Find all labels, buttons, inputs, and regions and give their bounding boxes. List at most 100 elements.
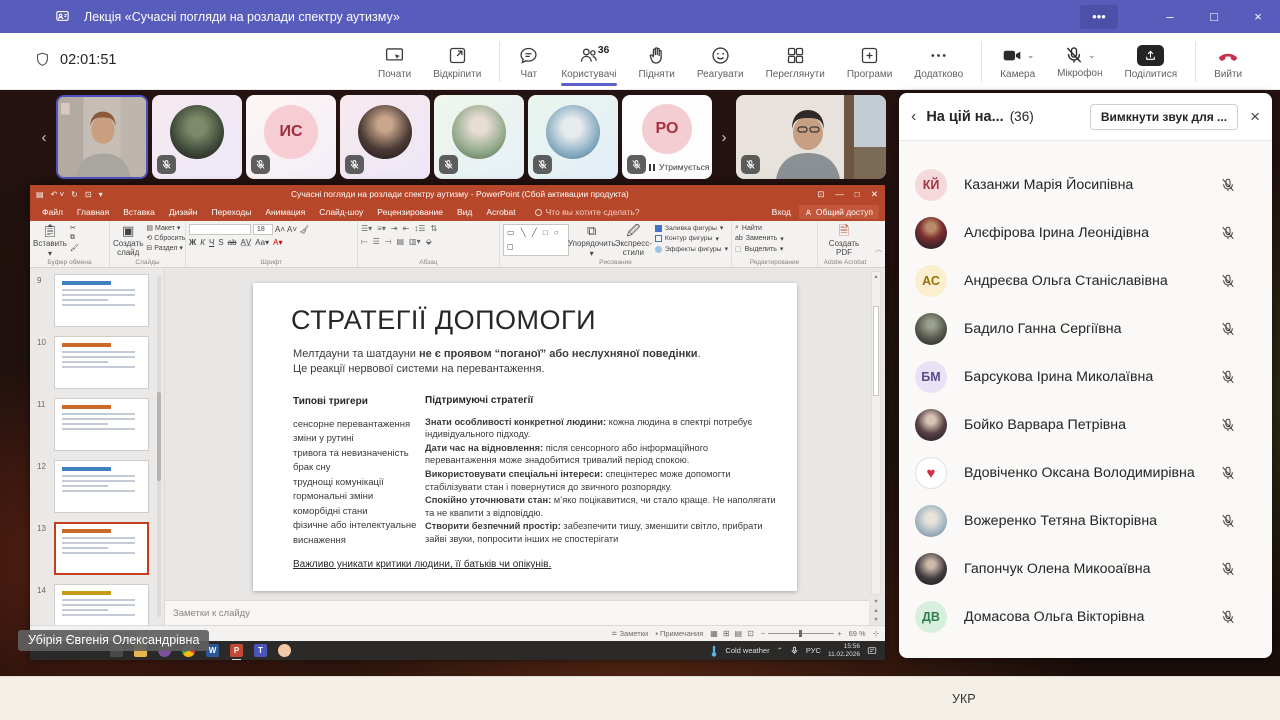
create-pdf-button[interactable]: 🗎︎Создать PDF	[821, 224, 867, 257]
reset-button[interactable]: ⟲ Сбросить	[146, 234, 185, 242]
participant-row[interactable]: Вожеренко Тетяна Вікторівна	[899, 497, 1272, 545]
participant-row[interactable]: КЙ Казанжи Марія Йосипівна	[899, 161, 1272, 209]
unpin-button[interactable]: Відкріпити	[427, 43, 487, 82]
select-button[interactable]: ⬚ Выделить ▾	[735, 245, 784, 253]
shape-fill-button[interactable]: Заливка фигуры ▾	[655, 224, 728, 232]
react-button[interactable]: Реагувати	[691, 43, 750, 82]
camera-button[interactable]: ⌄ Камера	[994, 43, 1041, 82]
find-button[interactable]: ⌕ Найти	[735, 224, 784, 232]
next-slide-icon[interactable]: ▼	[873, 617, 878, 623]
shrink-font-icon[interactable]: А˅	[287, 225, 297, 234]
video-tile-camera-on[interactable]	[736, 95, 886, 179]
underline-icon[interactable]: Ч	[209, 238, 214, 247]
language-indicator[interactable]: УКР	[952, 677, 976, 720]
ppt-ribbon-tab[interactable]: Слайд-шоу	[312, 203, 370, 221]
scroll-up-icon[interactable]: ▲	[873, 274, 878, 280]
start-share-button[interactable]: Почати	[372, 43, 417, 82]
participant-mic-off-icon[interactable]	[1220, 609, 1236, 625]
more-button[interactable]: Додатково	[908, 43, 969, 82]
mic-button[interactable]: ⌄ Мікрофон	[1051, 43, 1108, 81]
outdent-icon[interactable]: ⇤	[403, 224, 410, 233]
numbering-icon[interactable]: ≡▾	[377, 224, 386, 233]
ppt-ribbon-tab[interactable]: Дизайн	[162, 203, 205, 221]
copy-icon[interactable]: ⧉	[70, 234, 79, 242]
filmstrip-next-icon[interactable]: ›	[716, 129, 732, 146]
char-spacing-icon[interactable]: A̲V̲	[241, 238, 252, 247]
font-name-select[interactable]	[189, 224, 251, 235]
quick-styles-button[interactable]: 🖉︎Экспресс-стили	[615, 224, 652, 257]
participant-mic-off-icon[interactable]	[1220, 273, 1236, 289]
new-slide-button[interactable]: ▣Создать слайд	[113, 224, 143, 257]
participant-row[interactable]: ДВ Домасова Ольга Вікторівна	[899, 593, 1272, 641]
ppt-ribbon-options-icon[interactable]: ⊡	[817, 189, 824, 200]
align-right-icon[interactable]: ⟞	[385, 237, 392, 247]
bold-icon[interactable]: Ж	[189, 238, 196, 247]
ppt-minimize-icon[interactable]: —	[835, 189, 844, 200]
redo-icon[interactable]: ↻	[71, 190, 78, 199]
slide-thumbnail[interactable]: 10	[30, 336, 164, 389]
mic-chevron-icon[interactable]: ⌄	[1088, 50, 1096, 61]
notes-pane[interactable]: Заметки к слайду	[165, 600, 869, 625]
ppt-ribbon-tab[interactable]: Вид	[450, 203, 479, 221]
shadow-icon[interactable]: S	[218, 238, 223, 247]
maximize-icon[interactable]: □	[1192, 0, 1236, 33]
participant-row[interactable]: ♥ Вдовіченко Оксана Володимирівна	[899, 449, 1272, 497]
participant-mic-off-icon[interactable]	[1220, 369, 1236, 385]
video-tile-participant[interactable]	[152, 95, 242, 179]
ppt-share-button[interactable]: Общий доступ	[799, 205, 879, 219]
close-icon[interactable]: ×	[1236, 0, 1280, 33]
participant-mic-off-icon[interactable]	[1220, 561, 1236, 577]
participant-mic-off-icon[interactable]	[1220, 417, 1236, 433]
teams-small-icon[interactable]: T	[254, 644, 267, 657]
video-tile-participant[interactable]	[528, 95, 618, 179]
customize-qat-icon[interactable]: ▾	[99, 190, 103, 199]
smartart-icon[interactable]: ⬙	[426, 237, 432, 247]
participant-row[interactable]: Алєфірова Ірина Леонідівна	[899, 209, 1272, 257]
scroll-down-icon[interactable]: ▼	[873, 599, 878, 605]
indent-icon[interactable]: ⇥	[391, 224, 398, 233]
align-left-icon[interactable]: ⟝	[361, 237, 368, 247]
filmstrip-prev-icon[interactable]: ‹	[36, 129, 52, 146]
apps-button[interactable]: Програми	[841, 43, 899, 82]
shapes-gallery[interactable]: ▭ ╲ ╱ □ ○ ◻△ ▽ ◇ ⬠ ☆ ⌣	[503, 224, 569, 256]
columns-icon[interactable]: ▥▾	[409, 237, 421, 247]
presenter-clock[interactable]: 15:5611.02.2026	[828, 643, 860, 659]
slideshow-icon[interactable]: ⊡	[85, 190, 92, 199]
camera-chevron-icon[interactable]: ⌄	[1027, 50, 1035, 61]
weather-status[interactable]: Cold weather	[725, 646, 769, 655]
justify-icon[interactable]: ▤	[396, 237, 404, 247]
person-app-icon[interactable]	[278, 644, 291, 657]
participant-row[interactable]: Бойко Варвара Петрівна	[899, 401, 1272, 449]
zoom-slider[interactable]: −+	[761, 629, 842, 638]
ppt-restore-icon[interactable]: □	[855, 189, 860, 200]
participant-row[interactable]: Гапончук Олена Микооаївна	[899, 545, 1272, 593]
reading-view-icon[interactable]: ▤	[735, 629, 743, 638]
video-tile-participant[interactable]	[434, 95, 524, 179]
format-painter-icon[interactable]: 🖌︎	[70, 244, 79, 252]
replace-button[interactable]: ab Заменить ▾	[735, 235, 784, 243]
ppt-ribbon-tab[interactable]: Acrobat	[479, 203, 522, 221]
grow-font-icon[interactable]: А˄	[275, 225, 285, 234]
comments-toggle[interactable]: ▪ Примечания	[655, 629, 703, 638]
paste-button[interactable]: 📋︎Вставить▾	[33, 224, 67, 258]
editor-scrollbar[interactable]: ▲	[871, 271, 881, 595]
clear-format-icon[interactable]: 🧹︎	[299, 225, 309, 234]
participant-mic-off-icon[interactable]	[1220, 321, 1236, 337]
cut-icon[interactable]: ✂	[70, 224, 79, 232]
section-button[interactable]: ⊟ Раздел ▾	[146, 244, 185, 252]
ppt-ribbon-tab[interactable]: Файл	[35, 203, 70, 221]
slide-thumbnail[interactable]: 13	[30, 522, 164, 575]
video-tile-onhold[interactable]: РО Утримується	[622, 95, 712, 179]
notification-icon[interactable]	[867, 646, 877, 656]
video-tile-participant[interactable]	[340, 95, 430, 179]
tray-mic-icon[interactable]	[790, 646, 799, 655]
prev-slide-icon[interactable]: ▲	[873, 608, 878, 614]
zoom-level[interactable]: 69 %	[849, 629, 866, 638]
participant-mic-off-icon[interactable]	[1220, 225, 1236, 241]
slide-canvas[interactable]: СТРАТЕГІЇ ДОПОМОГИ Мелтдауни та шатдауни…	[253, 283, 797, 591]
save-icon[interactable]: ▤	[36, 190, 44, 199]
chat-button[interactable]: Чат	[512, 43, 545, 82]
lang-indicator[interactable]: РУС	[806, 646, 821, 655]
tray-expand-icon[interactable]: ⌃	[777, 646, 783, 655]
undo-icon[interactable]: ↶ ˅	[51, 190, 65, 199]
